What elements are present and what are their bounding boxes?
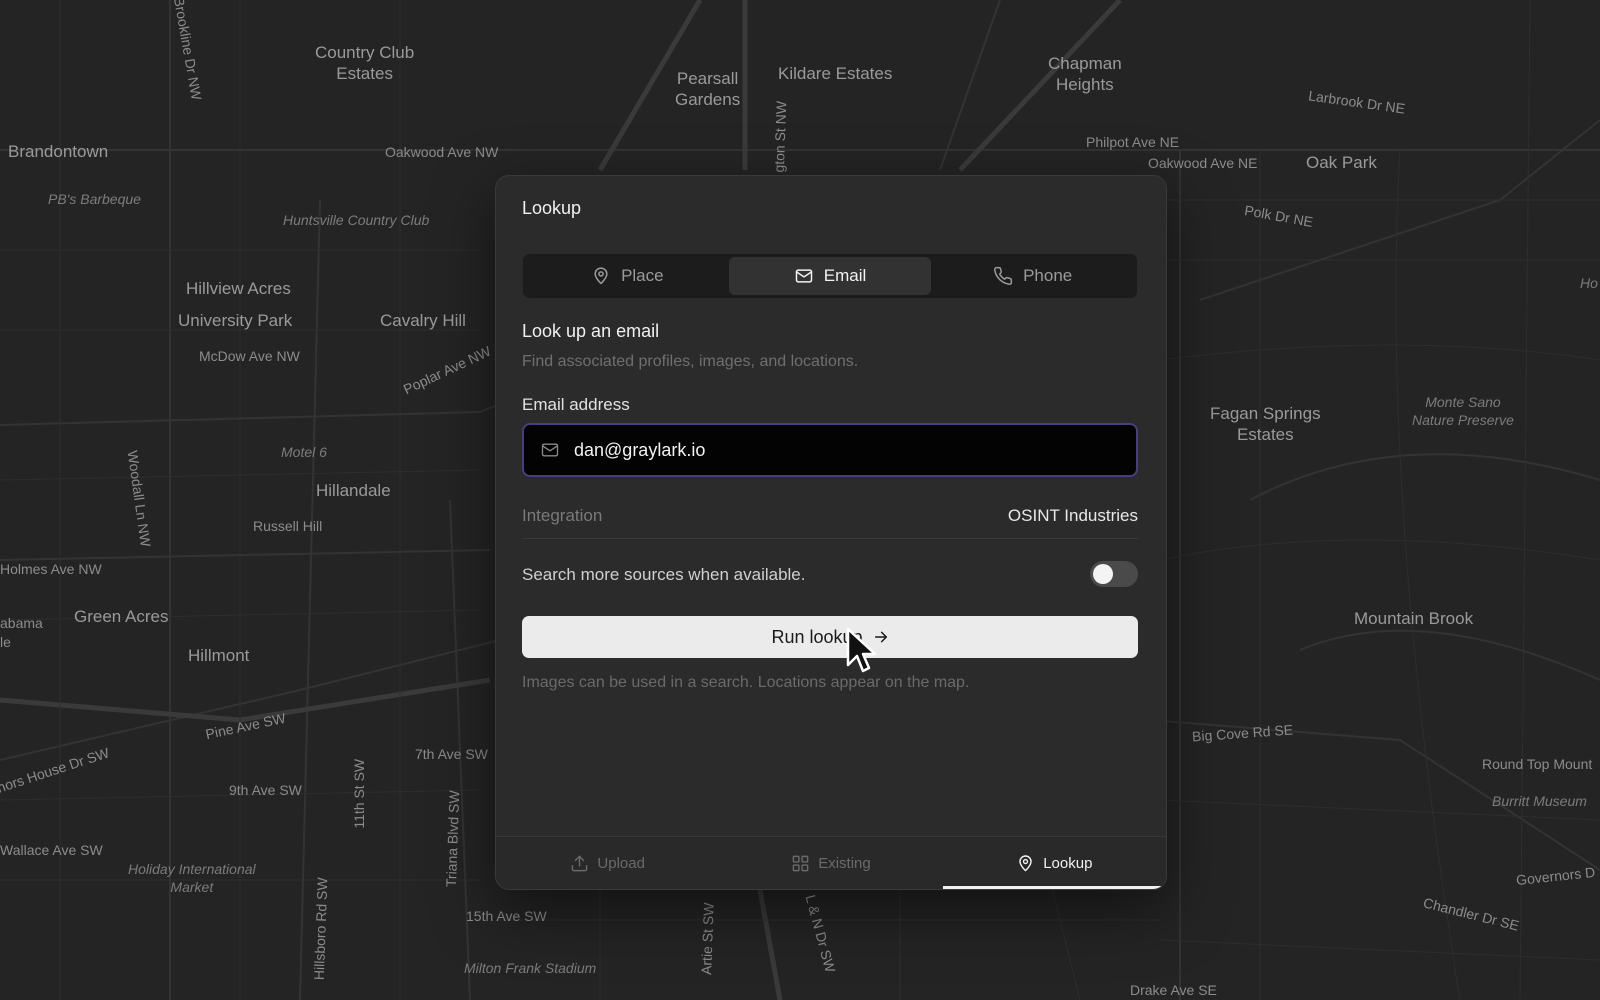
upload-icon [572, 855, 588, 871]
map-label: Green Acres [74, 607, 169, 626]
lookup-hint: Images can be used in a search. Location… [522, 674, 970, 691]
segment-label: Place [621, 266, 664, 285]
segment-label: Email [823, 266, 867, 285]
map-label: Holiday International Market [128, 861, 256, 895]
map-label: Monte Sano Nature Preserve [1412, 394, 1514, 428]
map-label: Hillview Acres [186, 279, 291, 298]
run-lookup-button[interactable]: Run lookup [522, 616, 1138, 658]
map-label: Pearsall Gardens [675, 69, 741, 110]
segment-email[interactable]: Email [728, 257, 932, 295]
map-label: Kildare Estates [778, 64, 893, 83]
email-input[interactable] [572, 438, 1116, 462]
map-label: Huntsville Country Club [283, 212, 430, 228]
more-sources-label: Search more sources when available. [522, 565, 806, 584]
map-label: Philpot Ave NE [1086, 134, 1180, 150]
map-label: Russell Hill [253, 518, 323, 534]
segment-place[interactable]: Place [526, 257, 729, 295]
map-label: Country Club Estates [315, 43, 415, 84]
map-label: le [0, 634, 11, 650]
map-label: Ho [1580, 275, 1598, 291]
map-label: 15th Ave SW [466, 908, 547, 924]
map-label: University Park [178, 311, 293, 330]
tab-upload[interactable]: Upload [496, 837, 719, 889]
map-label: abama [0, 615, 43, 631]
map-label: Brandontown [8, 142, 109, 161]
map-label: 7th Ave SW [415, 746, 488, 762]
segment-phone[interactable]: Phone [931, 257, 1134, 295]
map-label: Triana Blvd SW [442, 790, 463, 888]
section-subtitle: Find associated profiles, images, and lo… [522, 353, 859, 370]
mouse-pointer-icon [846, 627, 877, 673]
map-label: Drake Ave SE [1130, 982, 1217, 998]
map-label: Wallace Ave SW [0, 842, 103, 858]
segment-label: Phone [1023, 266, 1073, 285]
map-label: Artie St SW [698, 902, 717, 976]
map-label: Motel 6 [281, 444, 327, 460]
grid-icon [792, 855, 809, 871]
panel-title: Lookup [522, 198, 582, 218]
map-label: Cavalry Hill [380, 311, 466, 330]
mail-icon [795, 269, 812, 283]
integration-value: OSINT Industries [1007, 506, 1138, 525]
map-label: Milton Frank Stadium [464, 960, 597, 976]
more-sources-row: Search more sources when available. [522, 561, 1138, 591]
map-label: Hillmont [188, 646, 250, 665]
toggle-knob [1093, 564, 1113, 584]
map-label: Mountain Brook [1354, 609, 1474, 628]
phone-icon [994, 266, 1013, 285]
mail-icon [541, 443, 559, 457]
bottom-tab-bar: Upload Existing Lookup [496, 836, 1166, 889]
section-title: Look up an email [522, 321, 660, 341]
more-sources-toggle[interactable] [1090, 561, 1138, 587]
map-label: gton St NW [770, 100, 790, 173]
email-field[interactable] [522, 423, 1138, 477]
map-label: Round Top Mount [1482, 756, 1593, 772]
map-label: Chapman Heights [1048, 54, 1122, 95]
map-label: 11th St SW [351, 758, 368, 829]
tab-label: Lookup [1043, 854, 1093, 872]
map-label: Fagan Springs Estates [1210, 404, 1321, 445]
map-label: Oakwood Ave NW [385, 144, 499, 160]
map-label: Oak Park [1306, 153, 1377, 172]
map-label: Hillandale [316, 481, 391, 500]
map-label: McDow Ave NW [199, 348, 300, 364]
map-label: Burritt Museum [1492, 793, 1587, 809]
map-pin-icon [1019, 854, 1032, 871]
tab-existing[interactable]: Existing [719, 837, 942, 889]
map-label: Holmes Ave NW [0, 561, 102, 577]
tab-label: Existing [818, 854, 871, 872]
lookup-panel: Lookup Place Email Phone Look up an emai… [495, 175, 1167, 890]
integration-row: Integration OSINT Industries [522, 506, 1138, 539]
email-field-label: Email address [522, 395, 630, 414]
map-label: PB's Barbeque [48, 191, 141, 207]
tab-lookup[interactable]: Lookup [942, 837, 1166, 889]
lookup-type-segmented-control: Place Email Phone [522, 253, 1138, 299]
tab-label: Upload [597, 854, 645, 872]
map-label: Oakwood Ave NE [1148, 155, 1258, 171]
integration-label: Integration [522, 506, 603, 525]
map-label: Hillsboro Rd SW [310, 877, 331, 981]
map-pin-icon [594, 267, 608, 285]
map-label: 9th Ave SW [229, 782, 302, 798]
